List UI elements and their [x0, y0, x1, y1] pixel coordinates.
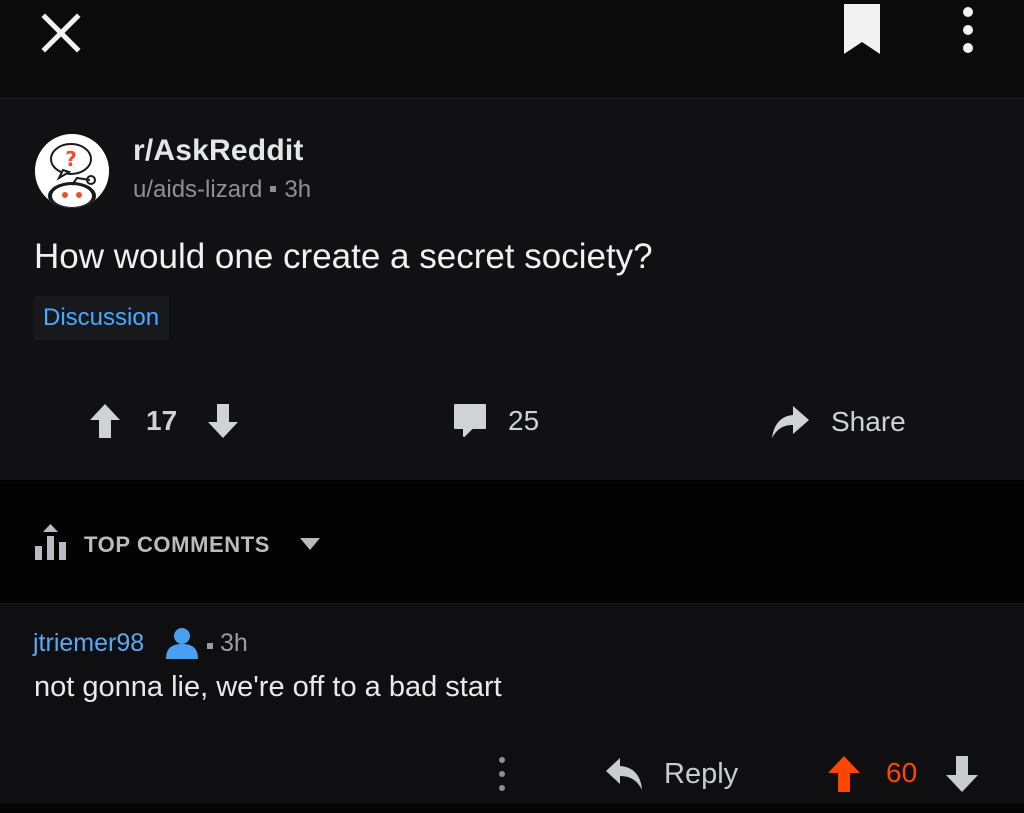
post-author[interactable]: u/aids-lizard: [133, 176, 262, 203]
separator-dot: [207, 643, 213, 649]
post-score: 17: [146, 405, 178, 436]
reply-arrow-icon: [606, 758, 642, 790]
post-flair[interactable]: Discussion: [33, 296, 170, 340]
upvote-icon[interactable]: [88, 402, 122, 440]
upvote-icon[interactable]: [826, 754, 862, 794]
chevron-down-icon: [300, 538, 320, 550]
post-meta: u/aids-lizard 3h: [133, 176, 311, 204]
reply-button[interactable]: Reply: [600, 752, 750, 798]
user-icon: [166, 628, 198, 659]
bottom-edge: [0, 803, 1024, 813]
reply-label: Reply: [664, 758, 739, 790]
subreddit-avatar[interactable]: ?: [35, 134, 109, 208]
vertical-ellipsis-icon[interactable]: [494, 752, 510, 796]
top-bar: [0, 0, 1024, 99]
comment-age: 3h: [220, 629, 248, 657]
sort-bars-icon: [35, 524, 66, 560]
subreddit-name[interactable]: r/AskReddit: [133, 134, 304, 168]
comment-count: 25: [508, 405, 540, 436]
comment-card: [0, 604, 1024, 813]
downvote-icon[interactable]: [944, 754, 980, 794]
askreddit-logo-icon: ?: [35, 134, 109, 208]
downvote-icon[interactable]: [206, 402, 240, 440]
share-label: Share: [831, 406, 906, 437]
separator-dot: [270, 185, 277, 192]
vertical-ellipsis-icon[interactable]: [956, 4, 980, 56]
post-title[interactable]: How would one create a secret society?: [34, 237, 653, 277]
comment-author[interactable]: jtriemer98: [33, 629, 144, 658]
close-icon[interactable]: [40, 12, 82, 54]
comment-sort-dropdown[interactable]: TOP COMMENTS: [34, 524, 334, 564]
comments-button[interactable]: 25: [446, 398, 556, 444]
comment-bubble-icon: [454, 404, 486, 437]
comment-body: not gonna lie, we're off to a bad start: [34, 671, 502, 703]
sort-label: TOP COMMENTS: [84, 532, 271, 557]
post-age: 3h: [284, 176, 312, 203]
comment-score: 60: [886, 757, 918, 788]
svg-text:?: ?: [65, 147, 77, 171]
bookmark-icon[interactable]: [842, 4, 882, 54]
share-arrow-icon: [772, 406, 809, 438]
share-button[interactable]: Share: [765, 398, 925, 444]
